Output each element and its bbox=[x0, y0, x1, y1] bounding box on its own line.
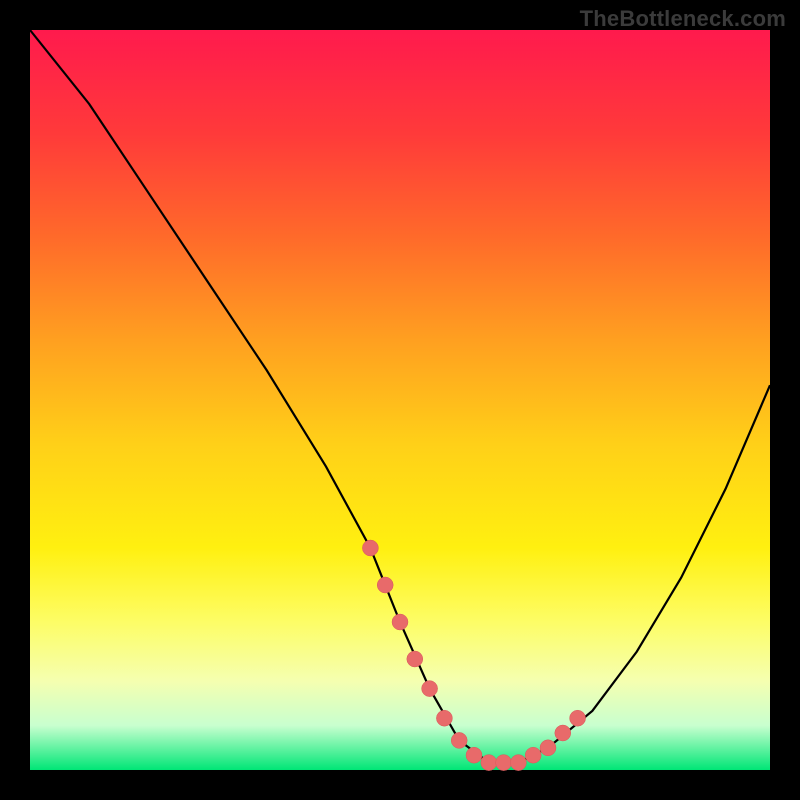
marker-point bbox=[451, 732, 467, 748]
plot-area bbox=[30, 30, 770, 770]
marker-point bbox=[407, 651, 423, 667]
marker-point bbox=[362, 540, 378, 556]
marker-point bbox=[377, 577, 393, 593]
chart-svg bbox=[30, 30, 770, 770]
marker-point bbox=[466, 747, 482, 763]
marker-point bbox=[436, 710, 452, 726]
marker-point bbox=[481, 755, 497, 771]
marker-point bbox=[525, 747, 541, 763]
bottleneck-curve bbox=[30, 30, 770, 763]
watermark-text: TheBottleneck.com bbox=[580, 6, 786, 32]
marker-point bbox=[540, 740, 556, 756]
marker-point bbox=[422, 681, 438, 697]
marker-point bbox=[392, 614, 408, 630]
chart-frame: TheBottleneck.com bbox=[0, 0, 800, 800]
marker-point bbox=[496, 755, 512, 771]
marker-group bbox=[362, 540, 585, 771]
marker-point bbox=[555, 725, 571, 741]
marker-point bbox=[570, 710, 586, 726]
marker-point bbox=[510, 755, 526, 771]
